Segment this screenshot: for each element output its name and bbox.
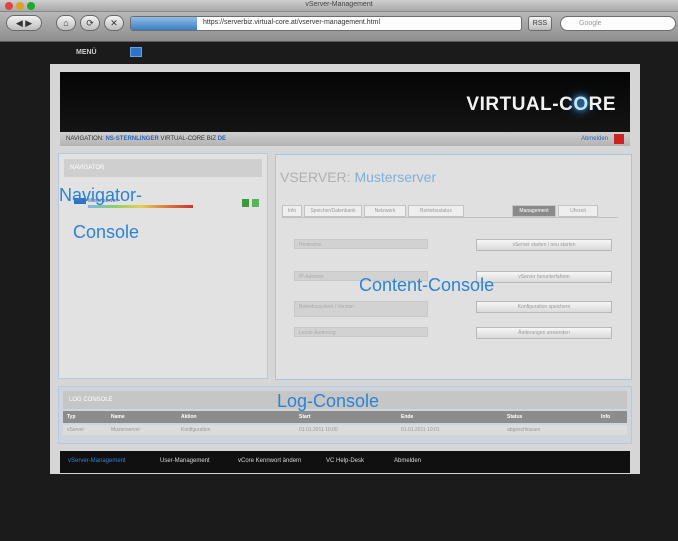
stop-button[interactable]: ✕ <box>104 15 124 31</box>
window-title: vServer-Management <box>305 1 373 8</box>
tab-speicher[interactable]: Speicher/Datenbank <box>304 205 362 217</box>
content-console: VSERVER: Musterserver Info Speicher/Date… <box>275 154 632 380</box>
content-title: VSERVER: Musterserver <box>280 169 437 185</box>
footer-item-password[interactable]: vCore Kennwort ändern <box>238 458 301 464</box>
log-cell: 01.01.2011 10:01 <box>401 427 440 433</box>
status-text: NAVIGATION: NS-STERNLINGER VIRTUAL-CORE … <box>66 136 227 142</box>
tab-betriebsstatus[interactable]: Betriebsstatus <box>408 205 464 217</box>
apply-changes-button[interactable]: Änderungen anwenden <box>476 327 612 339</box>
log-cell: Musterserver <box>111 427 141 433</box>
log-col-info: Info <box>601 414 611 420</box>
home-button[interactable]: ⌂ <box>56 15 76 31</box>
log-col-start: Start <box>299 414 311 420</box>
address-bar[interactable]: https://serverbiz.virtual-core.at/vserve… <box>130 16 522 31</box>
tab-uhrzeit[interactable]: Uhrzeit <box>558 205 598 217</box>
rss-button[interactable]: RSS <box>528 16 552 31</box>
navigator-header: NAVIGATOR <box>64 159 262 177</box>
last-change-field[interactable]: Letzte Änderung <box>294 327 428 337</box>
footer-item-logout[interactable]: Abmelden <box>394 458 421 464</box>
header-banner: VIRTUAL-CORE <box>60 72 630 132</box>
edit-server-icon[interactable] <box>252 199 259 207</box>
footer-item-users[interactable]: User-Management <box>160 458 210 464</box>
shutdown-server-button[interactable]: vServer herunterfahren <box>476 271 612 283</box>
content-console-label: Content-Console <box>359 275 495 295</box>
tab-management[interactable]: Management <box>512 205 556 217</box>
hostname-field[interactable]: Hostname <box>294 239 428 249</box>
logout-icon[interactable] <box>614 134 624 144</box>
footer-item-helpdesk[interactable]: VC Help-Desk <box>326 458 364 464</box>
log-console-label: Log-Console <box>277 391 380 411</box>
footer-menu: vServer-Management User-Management vCore… <box>60 451 630 473</box>
start-server-icon[interactable] <box>242 199 249 207</box>
log-cell: abgeschlossen <box>507 427 541 433</box>
log-col-status: Status <box>507 414 523 420</box>
window-titlebar: vServer-Management <box>0 0 678 12</box>
start-server-button[interactable]: vServer starten / neu starten <box>476 239 612 251</box>
reload-button[interactable]: ⟳ <box>80 15 100 31</box>
back-forward-button[interactable]: ◀ ▶ <box>6 15 42 31</box>
menu-toggle-icon[interactable] <box>130 47 142 57</box>
navigator-console-label: Navigator- <box>59 185 143 205</box>
log-col-name: Name <box>111 414 125 420</box>
log-cell: Konfiguration <box>181 427 211 433</box>
tab-info[interactable]: Info <box>282 205 302 217</box>
content-tabs: Info Speicher/Datenbank Netzwerk Betrieb… <box>282 205 618 218</box>
status-bar: NAVIGATION: NS-STERNLINGER VIRTUAL-CORE … <box>60 132 630 146</box>
navigator-console-label-2: Console <box>73 222 140 242</box>
log-cell: 01.01.2011 10:00 <box>299 427 338 433</box>
log-column-headers: Typ Name Aktion Start Ende Status Info <box>63 411 627 423</box>
brand-logo: VIRTUAL-CORE <box>466 94 616 115</box>
log-cell: vServer <box>67 427 85 433</box>
page-container: VIRTUAL-CORE NAVIGATION: NS-STERNLINGER … <box>50 64 640 474</box>
log-col-aktion: Aktion <box>181 414 197 420</box>
log-col-ende: Ende <box>401 414 414 420</box>
page-load-progress <box>131 17 197 30</box>
logout-link[interactable]: Abmelden <box>581 136 608 142</box>
search-input[interactable]: Google <box>560 16 676 31</box>
menu-label[interactable]: MENÜ <box>76 49 97 56</box>
table-row[interactable]: vServer Musterserver Konfiguration 01.01… <box>63 425 627 435</box>
footer-item-vserver[interactable]: vServer-Management <box>68 458 126 464</box>
tab-netzwerk[interactable]: Netzwerk <box>364 205 406 217</box>
log-col-typ: Typ <box>67 414 76 420</box>
url-text: https://serverbiz.virtual-core.at/vserve… <box>203 19 381 26</box>
save-config-button[interactable]: Konfiguration speichern <box>476 301 612 313</box>
os-field[interactable]: Betriebssystem / Version <box>294 301 428 317</box>
